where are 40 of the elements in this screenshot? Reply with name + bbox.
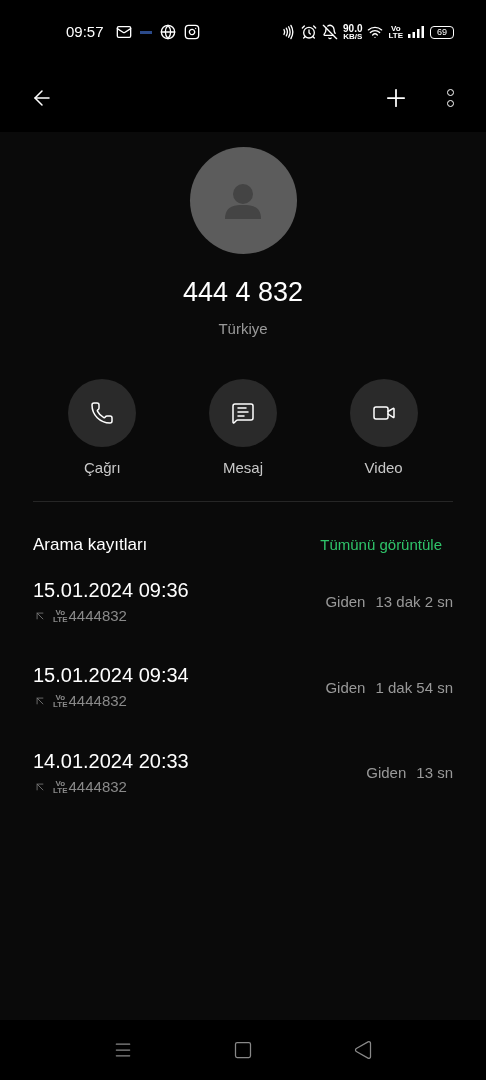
call-duration: 13 dak 2 sn [375, 592, 453, 612]
message-icon [231, 400, 255, 425]
call-number: 4444832 [68, 776, 127, 797]
call-type: Giden [325, 592, 366, 612]
speed-value: 90.0 [343, 23, 363, 33]
country: Türkiye [218, 319, 268, 339]
call-number: 4444832 [68, 691, 127, 711]
call-duration: 1 dak 54 sn [375, 677, 453, 698]
volte-label: Vo LTE [53, 608, 68, 623]
wifi-icon [367, 24, 384, 40]
volte-label: Vo LTE [388, 24, 403, 40]
action-label: Çağrı [84, 457, 121, 478]
action-label: Video [364, 457, 403, 478]
view-all-link[interactable]: Tümünü görüntüle [320, 533, 442, 556]
alarm-icon [301, 24, 317, 40]
speed-unit: KB/S [343, 32, 363, 41]
call-type: Giden [325, 677, 366, 698]
signal-icon [408, 26, 424, 38]
call-number: 4444832 [68, 605, 127, 626]
nfc-icon [280, 24, 296, 40]
call-duration: 13 sn [416, 763, 453, 783]
globe-icon [159, 24, 176, 40]
mute-icon [322, 24, 338, 40]
back-nav-button[interactable] [353, 1040, 373, 1060]
mail-icon [115, 24, 132, 40]
home-button[interactable] [233, 1040, 253, 1060]
phone-icon [90, 400, 115, 425]
battery-level: 69 [430, 25, 454, 39]
call-datetime: 14.01.2024 20:33 [33, 748, 190, 773]
volte-label: Vo LTE [53, 779, 68, 794]
phone-number: 444 4 832 [182, 276, 304, 308]
person-icon [223, 182, 263, 219]
call-datetime: 15.01.2024 09:34 [33, 663, 190, 687]
section-title: Arama kayıtları [33, 534, 148, 556]
camera-icon [183, 24, 200, 40]
action-label: Mesaj [223, 457, 263, 478]
call-datetime: 15.01.2024 09:36 [33, 577, 190, 602]
status-time: 09:57 [66, 21, 104, 42]
call-type: Giden [366, 763, 407, 783]
volte-label: Vo LTE [53, 694, 68, 709]
